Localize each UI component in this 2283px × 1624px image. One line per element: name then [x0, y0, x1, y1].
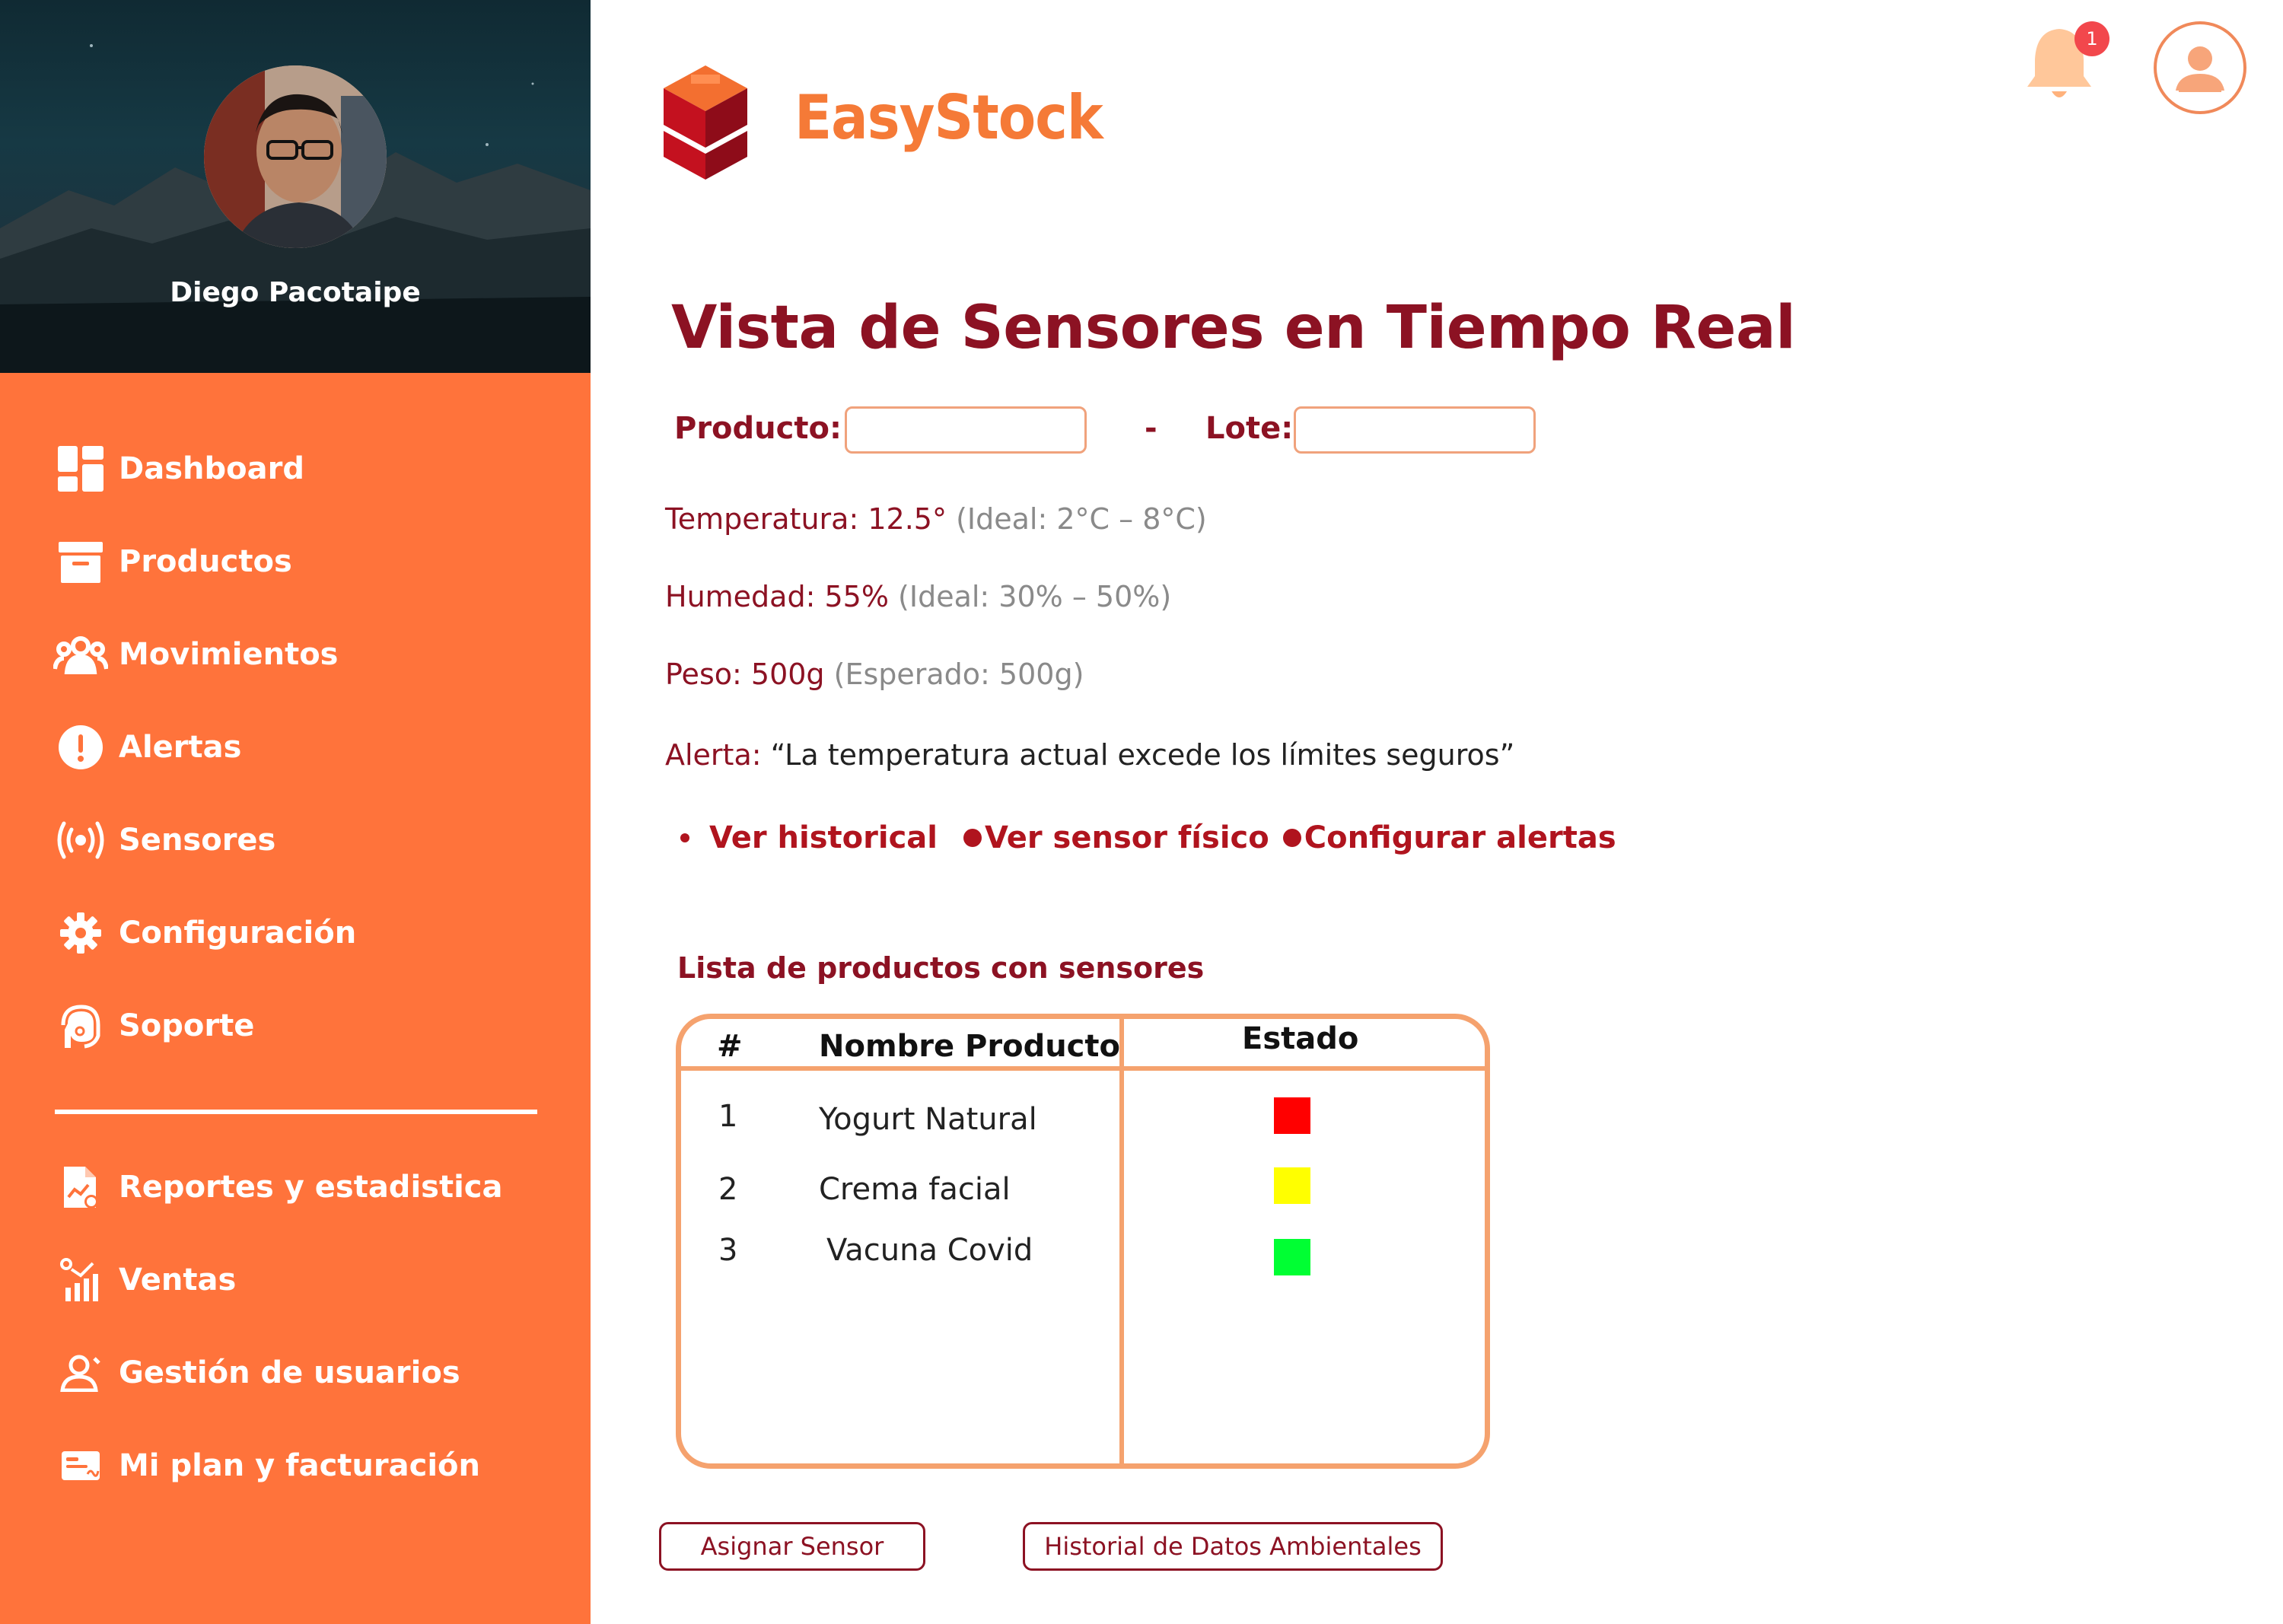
avatar[interactable]	[204, 65, 387, 248]
user-manage-icon	[53, 1345, 108, 1400]
row-number: 3	[718, 1233, 738, 1268]
sidebar-item-label: Reportes y estadistica	[119, 1170, 503, 1205]
filter-separator: -	[1145, 411, 1157, 446]
table-header-divider	[676, 1066, 1490, 1071]
sidebar-item-label: Gestión de usuarios	[119, 1355, 460, 1390]
sales-chart-icon	[53, 1253, 108, 1307]
humidity-ideal: (Ideal: 30% – 50%)	[898, 580, 1172, 613]
archive-box-icon	[53, 534, 108, 589]
table-column-divider	[1119, 1017, 1124, 1466]
sidebar-item-reportes[interactable]: Reportes y estadistica	[53, 1157, 503, 1218]
row-product-name: Yogurt Natural	[819, 1102, 1037, 1137]
configurar-alertas-link[interactable]: Configurar alertas	[1304, 820, 1616, 855]
weight-ideal: (Esperado: 500g)	[833, 658, 1084, 691]
weight-reading: Peso: 500g (Esperado: 500g)	[665, 658, 1084, 691]
bullet-icon	[1282, 829, 1301, 847]
report-chart-icon	[53, 1160, 108, 1215]
sidebar-item-soporte[interactable]: Soporte	[53, 995, 254, 1056]
temperature-value: 12.5°	[868, 502, 947, 536]
sidebar-item-plan-facturacion[interactable]: Mi plan y facturación	[53, 1435, 480, 1496]
weight-value: 500g	[750, 658, 825, 691]
ver-sensor-fisico-link[interactable]: Ver sensor físico	[985, 820, 1269, 855]
sidebar-item-label: Alertas	[119, 730, 242, 765]
alert-key: Alerta:	[665, 738, 762, 772]
sidebar-item-ventas[interactable]: Ventas	[53, 1250, 236, 1310]
ver-historical-link[interactable]: Ver historical	[709, 820, 938, 855]
product-label: Producto:	[674, 411, 842, 446]
temperature-ideal: (Ideal: 2°C – 8°C)	[956, 502, 1207, 536]
sidebar-item-productos[interactable]: Productos	[53, 531, 292, 592]
sidebar-item-sensores[interactable]: Sensores	[53, 810, 275, 871]
bullet-icon	[963, 829, 982, 847]
assign-sensor-button[interactable]: Asignar Sensor	[659, 1522, 925, 1571]
bullet-icon	[680, 833, 689, 842]
sidebar-item-label: Dashboard	[119, 451, 304, 486]
column-header-status: Estado	[1242, 1021, 1359, 1056]
column-header-name: Nombre Producto	[819, 1029, 1120, 1064]
row-number: 2	[718, 1172, 738, 1207]
weight-key: Peso:	[665, 658, 742, 691]
gear-icon	[53, 906, 108, 960]
profile-header: Diego Pacotaipe	[0, 0, 591, 373]
sidebar-item-label: Mi plan y facturación	[119, 1448, 480, 1483]
dashboard-icon	[53, 441, 108, 496]
user-name: Diego Pacotaipe	[170, 277, 421, 308]
sidebar-item-configuracion[interactable]: Configuración	[53, 903, 356, 963]
row-product-name: Vacuna Covid	[826, 1233, 1033, 1268]
humidity-value: 55%	[824, 580, 889, 613]
broadcast-icon	[53, 813, 108, 868]
environmental-history-button[interactable]: Historial de Datos Ambientales	[1023, 1522, 1443, 1571]
humidity-key: Humedad:	[665, 580, 816, 613]
sidebar-item-movimientos[interactable]: Movimientos	[53, 624, 338, 685]
alert-message: Alerta: “La temperatura actual excede lo…	[665, 738, 1514, 772]
sidebar-item-label: Soporte	[119, 1008, 255, 1043]
billing-card-icon	[53, 1438, 108, 1493]
table-title: Lista de productos con sensores	[677, 951, 1205, 985]
exclamation-circle-icon	[53, 720, 108, 775]
easystock-logo-icon	[664, 65, 747, 180]
sidebar-item-gestion-usuarios[interactable]: Gestión de usuarios	[53, 1342, 460, 1403]
action-links: Ver historical Ver sensor físico Configu…	[680, 820, 1616, 855]
user-menu-button[interactable]	[2154, 21, 2246, 114]
sidebar-item-label: Productos	[119, 544, 292, 579]
temperature-reading: Temperatura: 12.5° (Ideal: 2°C – 8°C)	[665, 502, 1207, 536]
column-header-num: #	[717, 1029, 743, 1064]
support-headset-icon	[53, 998, 108, 1053]
sidebar-item-label: Ventas	[119, 1263, 237, 1298]
sidebar: Diego Pacotaipe Dashboard Productos Movi…	[0, 0, 591, 1624]
row-number: 1	[718, 1099, 738, 1134]
sidebar-item-label: Configuración	[119, 915, 357, 951]
user-icon	[2176, 46, 2224, 92]
lot-label: Lote:	[1205, 411, 1294, 446]
temperature-key: Temperatura:	[665, 502, 859, 536]
sidebar-divider	[55, 1110, 537, 1114]
sidebar-item-label: Sensores	[119, 823, 276, 858]
notification-badge: 1	[2074, 21, 2109, 56]
brand-name: EasyStock	[794, 82, 1103, 153]
sidebar-item-alertas[interactable]: Alertas	[53, 717, 241, 778]
sidebar-item-label: Movimientos	[119, 637, 339, 672]
humidity-reading: Humedad: 55% (Ideal: 30% – 50%)	[665, 580, 1171, 613]
sensor-products-table	[676, 1014, 1490, 1469]
status-indicator	[1274, 1097, 1310, 1134]
product-input[interactable]	[845, 406, 1087, 454]
users-group-icon	[53, 627, 108, 682]
page-title: Vista de Sensores en Tiempo Real	[671, 294, 1796, 362]
row-product-name: Crema facial	[819, 1172, 1011, 1207]
alert-text: “La temperatura actual excede los límite…	[770, 738, 1515, 772]
status-indicator	[1274, 1239, 1310, 1275]
lot-input[interactable]	[1294, 406, 1536, 454]
status-indicator	[1274, 1167, 1310, 1204]
sidebar-item-dashboard[interactable]: Dashboard	[53, 438, 304, 499]
